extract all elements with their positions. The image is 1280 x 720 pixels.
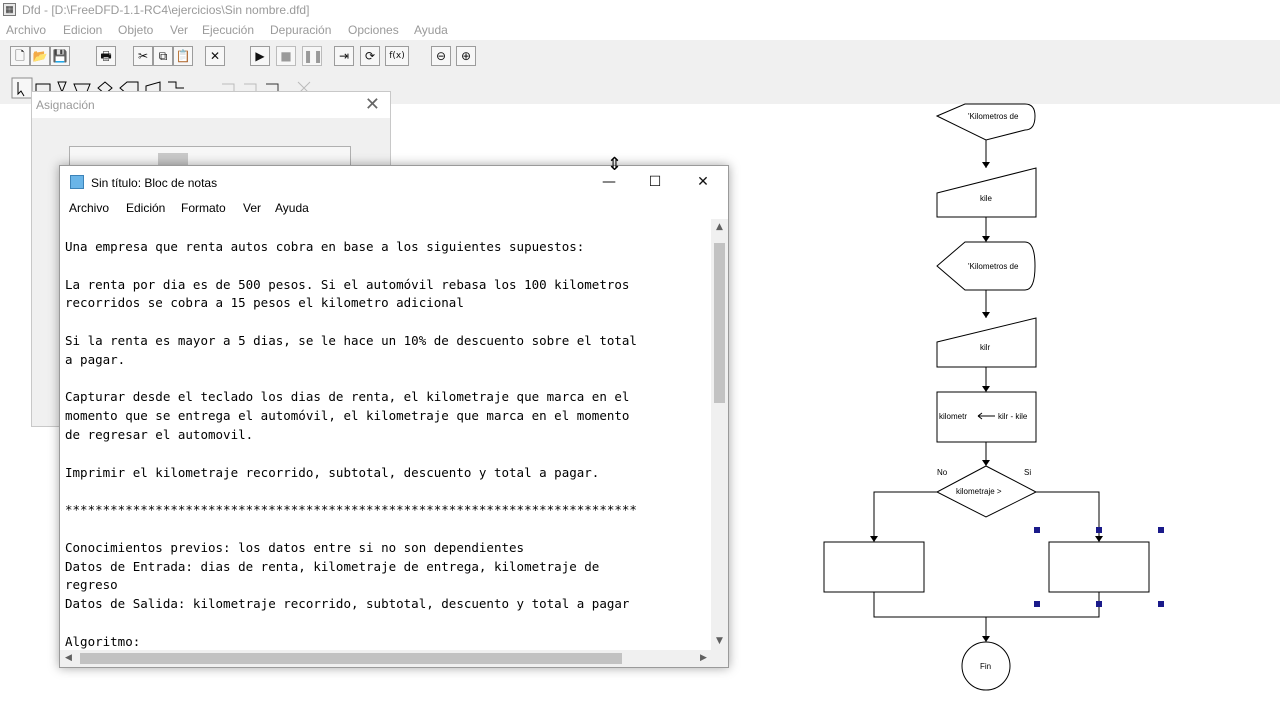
notepad-text-line: Datos de Salida: kilometraje recorrido, …	[65, 596, 630, 612]
close-button[interactable]: ✕	[680, 168, 726, 196]
notepad-text-line: ****************************************…	[65, 502, 637, 518]
notepad-menu-bar: Archivo Edición Formato Ver Ayuda	[60, 197, 728, 219]
notepad-text-line: Capturar desde el teclado los dias de re…	[65, 389, 630, 405]
output-2-text: 'Kilometros de	[968, 262, 1019, 271]
yes-branch-box[interactable]	[1048, 541, 1150, 593]
notepad-text-line: Si la renta es mayor a 5 dias, se le hac…	[65, 332, 637, 348]
no-branch-box[interactable]	[823, 541, 925, 593]
notepad-menu-archivo[interactable]: Archivo	[69, 201, 109, 215]
scrollbar-corner	[711, 650, 728, 667]
vertical-scroll-thumb[interactable]	[714, 243, 725, 403]
decision-yes-label: Si	[1024, 468, 1031, 477]
output-1-text: 'Kilometros de	[968, 112, 1019, 121]
output-shape-2[interactable]: 'Kilometros de	[936, 241, 1036, 291]
scroll-up-icon[interactable]: ▲	[711, 219, 728, 236]
input-1-text: kile	[980, 194, 993, 203]
end-shape[interactable]: Fin	[961, 641, 1011, 691]
notepad-window: Sin título: Bloc de notas — ☐ ✕ Archivo …	[59, 165, 729, 668]
notepad-text-line: Algoritmo:	[65, 633, 141, 649]
assignment-right-text: kilr - kile	[998, 412, 1028, 421]
notepad-text-line: La renta por dia es de 500 pesos. Si el …	[65, 276, 630, 292]
horizontal-scrollbar[interactable]: ◀ ▶	[60, 650, 712, 667]
input-2-text: kilr	[980, 343, 991, 352]
notepad-text-line: de regresar el automovil.	[65, 426, 254, 442]
notepad-text-line: a pagar.	[65, 351, 126, 367]
assignment-left-text: kilometr	[939, 412, 967, 421]
notepad-menu-formato[interactable]: Formato	[181, 201, 226, 215]
assignment-shape[interactable]: kilometr kilr - kile	[936, 391, 1037, 443]
vertical-scrollbar[interactable]: ▲ ▼	[711, 219, 728, 650]
scroll-down-icon[interactable]: ▼	[711, 633, 728, 650]
notepad-menu-ver[interactable]: Ver	[243, 201, 261, 215]
decision-shape[interactable]: kilometraje >	[935, 465, 1038, 518]
output-shape-1[interactable]: 'Kilometros de	[935, 103, 1036, 141]
notepad-text-line: regreso	[65, 577, 118, 593]
input-shape-2[interactable]: kilr	[936, 317, 1037, 368]
decision-text: kilometraje >	[956, 487, 1002, 496]
notepad-text: Una empresa que renta autos cobra en bas…	[60, 219, 712, 650]
notepad-title: Sin título: Bloc de notas	[91, 176, 218, 190]
end-text: Fin	[980, 662, 991, 671]
notepad-text-area[interactable]: Una empresa que renta autos cobra en bas…	[60, 219, 712, 650]
notepad-text-line: Conocimientos previos: los datos entre s…	[65, 539, 525, 555]
notepad-icon	[70, 175, 84, 189]
scroll-right-icon[interactable]: ▶	[695, 650, 712, 667]
notepad-text-line: Datos de Entrada: dias de renta, kilomet…	[65, 558, 600, 574]
notepad-menu-ayuda[interactable]: Ayuda	[275, 201, 309, 215]
horizontal-scroll-thumb[interactable]	[80, 653, 622, 664]
maximize-button[interactable]: ☐	[632, 168, 678, 196]
notepad-title-bar[interactable]: Sin título: Bloc de notas — ☐ ✕	[60, 166, 728, 197]
notepad-menu-edicion[interactable]: Edición	[126, 201, 165, 215]
notepad-text-line: Una empresa que renta autos cobra en bas…	[65, 239, 585, 254]
notepad-text-line: momento que se entrega el automóvil, el …	[65, 408, 630, 424]
decision-no-label: No	[937, 468, 948, 477]
scroll-left-icon[interactable]: ◀	[60, 650, 77, 667]
input-shape-1[interactable]: kile	[936, 167, 1037, 218]
notepad-text-line: recorridos se cobra a 15 pesos el kilome…	[65, 295, 464, 311]
notepad-text-line: Imprimir el kilometraje recorrido, subto…	[65, 464, 600, 480]
resize-cursor-icon: ⇕	[607, 154, 623, 175]
